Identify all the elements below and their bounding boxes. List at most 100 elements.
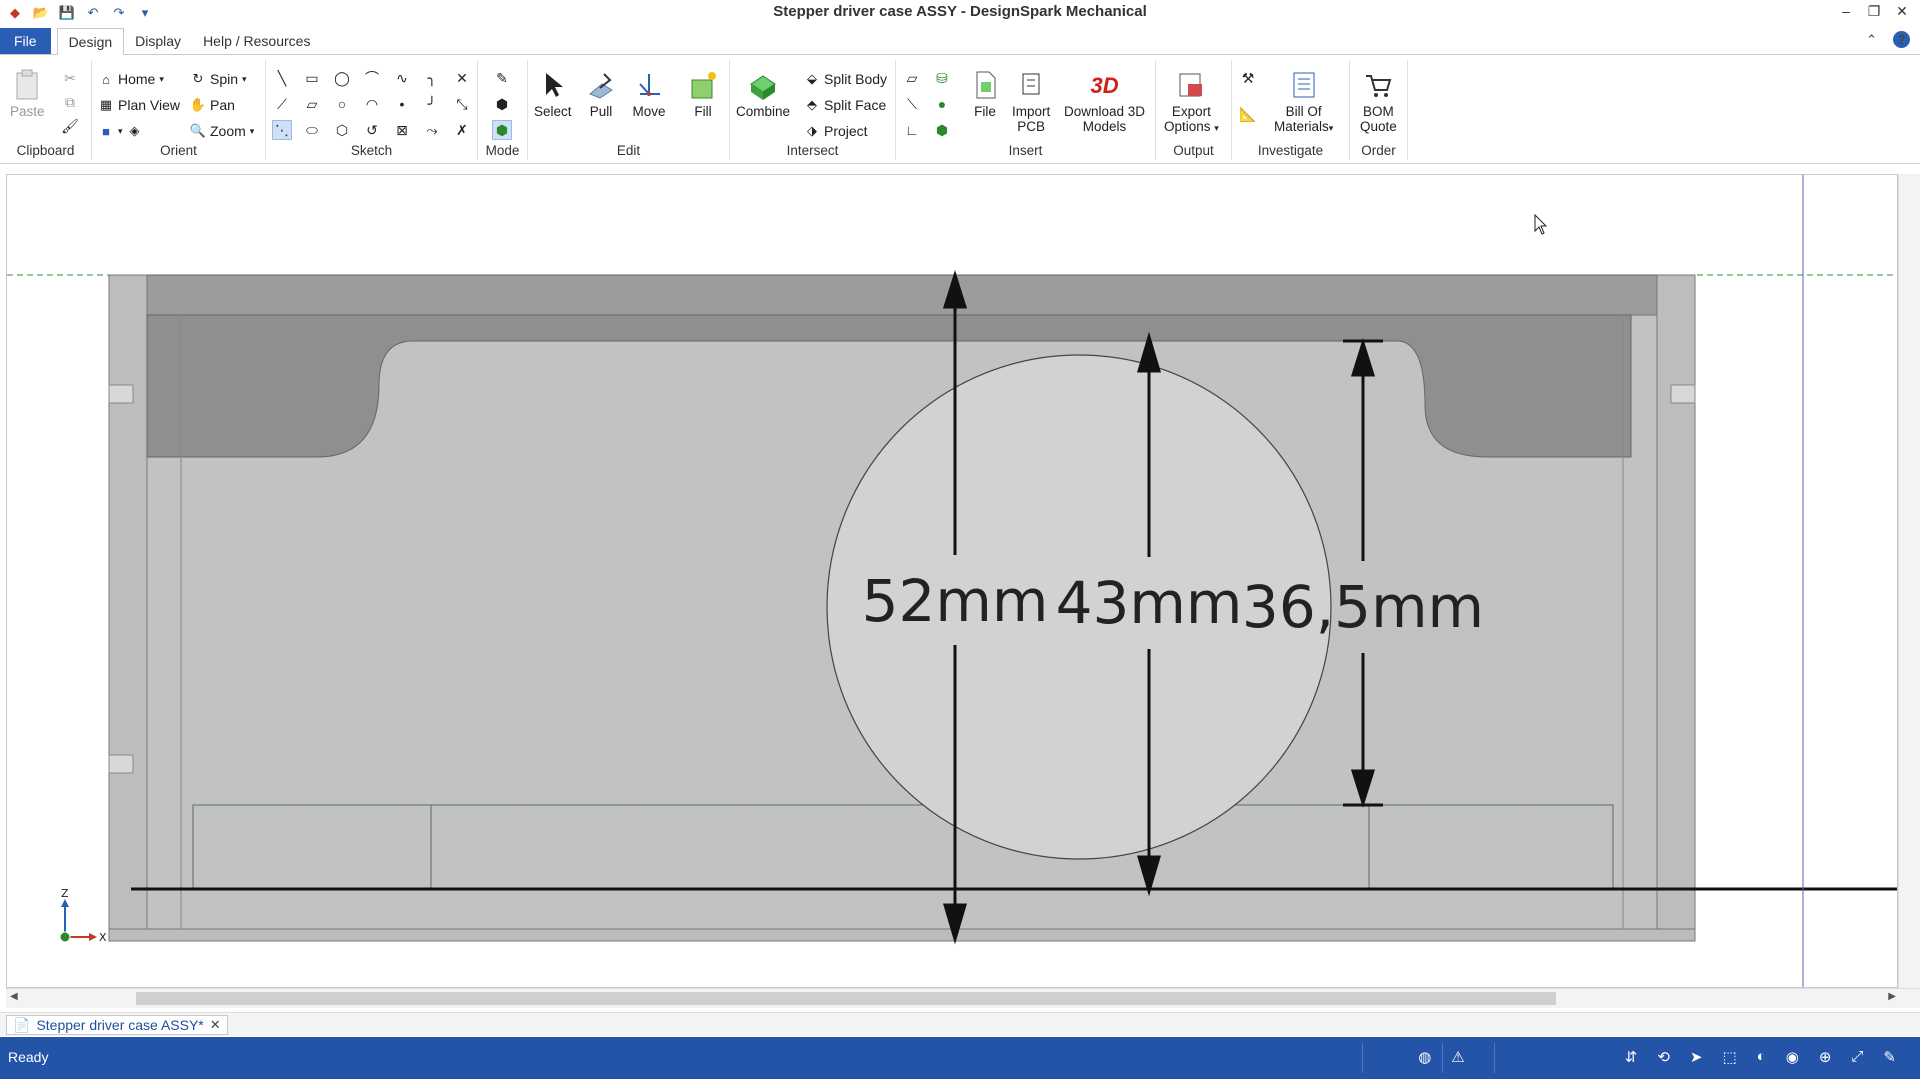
trim-tool-icon[interactable]: ✕ xyxy=(452,68,472,88)
box-select-icon[interactable]: ⬚ xyxy=(1722,1048,1736,1066)
create-corner-icon[interactable]: ⤡ xyxy=(452,94,472,114)
origin-icon[interactable]: ∟ xyxy=(902,120,922,140)
line-tool-icon[interactable]: ╲ xyxy=(272,68,292,88)
select-filter-icon[interactable]: ⇵ xyxy=(1625,1048,1638,1066)
sketch-mode-icon[interactable]: ✎ xyxy=(492,68,512,88)
construction-line-icon[interactable]: ⋱ xyxy=(272,120,292,140)
edit-group: Select Pull Move Fill Edit xyxy=(528,60,730,160)
open-icon[interactable]: 📂 xyxy=(32,4,50,22)
split-body-icon: ⬙ xyxy=(807,71,817,86)
pan-button[interactable]: ✋ Pan xyxy=(190,94,235,116)
clipboard-group: Paste ✂ ⧉ 🖌 Clipboard xyxy=(0,60,92,160)
dimension-label-43[interactable]: 43mm xyxy=(1056,569,1243,637)
tangent-line-icon[interactable]: ⟋ xyxy=(272,94,292,114)
import-pcb-button[interactable]: Import PCB xyxy=(1012,68,1050,134)
spline-tool-icon[interactable]: ∿ xyxy=(392,68,412,88)
dimension-label-36-5[interactable]: 36,5mm xyxy=(1242,573,1484,641)
snap-icon[interactable]: ⤢ xyxy=(1851,1048,1863,1066)
cut-icon[interactable]: ✂ xyxy=(60,68,80,88)
three-point-rect-icon[interactable]: ▱ xyxy=(302,94,322,114)
sphere-icon[interactable]: ● xyxy=(932,94,952,114)
spin-button[interactable]: ↻ Spin ▾ xyxy=(190,68,247,90)
rectangle-tool-icon[interactable]: ▭ xyxy=(302,68,322,88)
tab-design[interactable]: Design xyxy=(56,28,125,55)
help-icon[interactable]: ? xyxy=(1893,31,1910,48)
minimize-icon[interactable]: – xyxy=(1832,0,1860,22)
axis-icon[interactable]: ⟍ xyxy=(902,94,922,114)
document-tab[interactable]: 📄 Stepper driver case ASSY* ✕ xyxy=(6,1015,228,1035)
fill-button[interactable]: Fill xyxy=(686,68,720,119)
insert-file-button[interactable]: File xyxy=(968,68,1002,119)
sweep-arc-icon[interactable]: ↺ xyxy=(362,120,382,140)
edit-status-icon[interactable]: ✎ xyxy=(1883,1048,1896,1066)
save-icon[interactable]: 💾 xyxy=(58,4,76,22)
vertical-scrollbar[interactable] xyxy=(1898,174,1920,988)
plane-icon[interactable]: ▱ xyxy=(902,68,922,88)
design-viewport[interactable]: 52mm 43mm 36,5mm Z X xyxy=(6,174,1898,988)
pointer-icon[interactable]: ➤ xyxy=(1690,1048,1703,1066)
plan-view-button[interactable]: ▦ Plan View xyxy=(98,94,180,116)
combine-icon xyxy=(746,68,780,102)
export-options-button[interactable]: Export Options ▾ xyxy=(1164,68,1219,136)
display-style-icon[interactable]: ◐ xyxy=(1757,1048,1766,1066)
three-point-circle-icon[interactable]: ○ xyxy=(332,94,352,114)
point-tool-icon[interactable]: • xyxy=(392,94,412,114)
restore-icon[interactable]: ❐ xyxy=(1860,0,1888,22)
split-body-button[interactable]: ⬙ Split Body xyxy=(804,68,887,90)
document-icon: 📄 xyxy=(13,1016,31,1033)
cylinder-icon[interactable]: ⛁ xyxy=(932,68,952,88)
globe-icon[interactable]: ◍ xyxy=(1418,1048,1431,1066)
tab-file[interactable]: File xyxy=(0,28,51,54)
download-3d-models-button[interactable]: 3D Download 3D Models xyxy=(1064,68,1145,134)
horizontal-scrollbar[interactable]: ◀ ▶ xyxy=(6,988,1920,1008)
collapse-ribbon-icon[interactable]: ⌃ xyxy=(1866,32,1877,48)
close-icon[interactable]: ✕ xyxy=(1888,0,1916,22)
bend-icon[interactable]: ⤳ xyxy=(422,120,442,140)
select-button[interactable]: Select xyxy=(534,68,572,119)
3d-mode-icon[interactable]: ⬢ xyxy=(492,120,512,140)
tab-help-resources[interactable]: Help / Resources xyxy=(192,28,321,54)
scroll-right-icon[interactable]: ▶ xyxy=(1888,991,1896,1002)
move-button[interactable]: Move xyxy=(632,68,666,119)
zoom-status-icon[interactable]: ⊕ xyxy=(1819,1048,1832,1066)
customize-qat-icon[interactable]: ▾ xyxy=(136,4,154,22)
rotate-view-icon[interactable]: ⟲ xyxy=(1657,1048,1670,1066)
shell-icon[interactable]: ⬢ xyxy=(932,120,952,140)
split-face-button[interactable]: ⬘ Split Face xyxy=(804,94,886,116)
zoom-button[interactable]: 🔍 Zoom ▾ xyxy=(190,120,254,142)
fillet-tool-icon[interactable]: ╮ xyxy=(422,68,442,88)
redo-icon[interactable]: ↷ xyxy=(110,4,128,22)
project-button[interactable]: ⬗ Project xyxy=(804,120,868,142)
project-to-sketch-icon[interactable]: ⊠ xyxy=(392,120,412,140)
bill-of-materials-button[interactable]: Bill Of Materials▾ xyxy=(1274,68,1333,136)
tangent-arc-icon[interactable]: ◠ xyxy=(362,94,382,114)
section-mode-icon[interactable]: ⬢ xyxy=(492,94,512,114)
ellipse-tool-icon[interactable]: ⬭ xyxy=(302,120,322,140)
split-line-icon[interactable]: ✗ xyxy=(452,120,472,140)
undo-icon[interactable]: ↶ xyxy=(84,4,102,22)
measure-icon[interactable]: ⚒ xyxy=(1238,68,1258,88)
bom-quote-button[interactable]: BOM Quote xyxy=(1360,68,1397,134)
close-tab-icon[interactable]: ✕ xyxy=(210,1017,221,1033)
group-label: Sketch xyxy=(350,143,393,158)
format-painter-icon[interactable]: 🖌 xyxy=(60,116,80,136)
tab-display[interactable]: Display xyxy=(124,28,192,54)
polygon-tool-icon[interactable]: ⬡ xyxy=(332,120,352,140)
copy-icon[interactable]: ⧉ xyxy=(60,92,80,112)
dimension-label-52[interactable]: 52mm xyxy=(862,567,1049,635)
ribbon-tabs: File Design Display Help / Resources xyxy=(0,28,1920,55)
offset-curve-icon[interactable]: ╯ xyxy=(422,94,442,114)
case-left-wall xyxy=(108,274,148,942)
scroll-thumb[interactable] xyxy=(136,992,1556,1005)
home-button[interactable]: ⌂ Home ▾ xyxy=(98,68,164,90)
scroll-left-icon[interactable]: ◀ xyxy=(10,991,18,1002)
view-cube-button[interactable]: ■ ▾ ◈ xyxy=(98,120,143,142)
arc-tool-icon[interactable]: ⌒ xyxy=(362,68,382,88)
warning-icon[interactable]: ⚠ xyxy=(1451,1048,1464,1066)
circle-tool-icon[interactable]: ◯ xyxy=(332,68,352,88)
combine-button[interactable]: Combine xyxy=(736,68,790,119)
render-icon[interactable]: ◉ xyxy=(1786,1048,1799,1066)
paste-button[interactable]: Paste xyxy=(10,68,45,119)
pull-button[interactable]: Pull xyxy=(584,68,618,119)
mass-icon[interactable]: 📐 xyxy=(1238,104,1258,124)
